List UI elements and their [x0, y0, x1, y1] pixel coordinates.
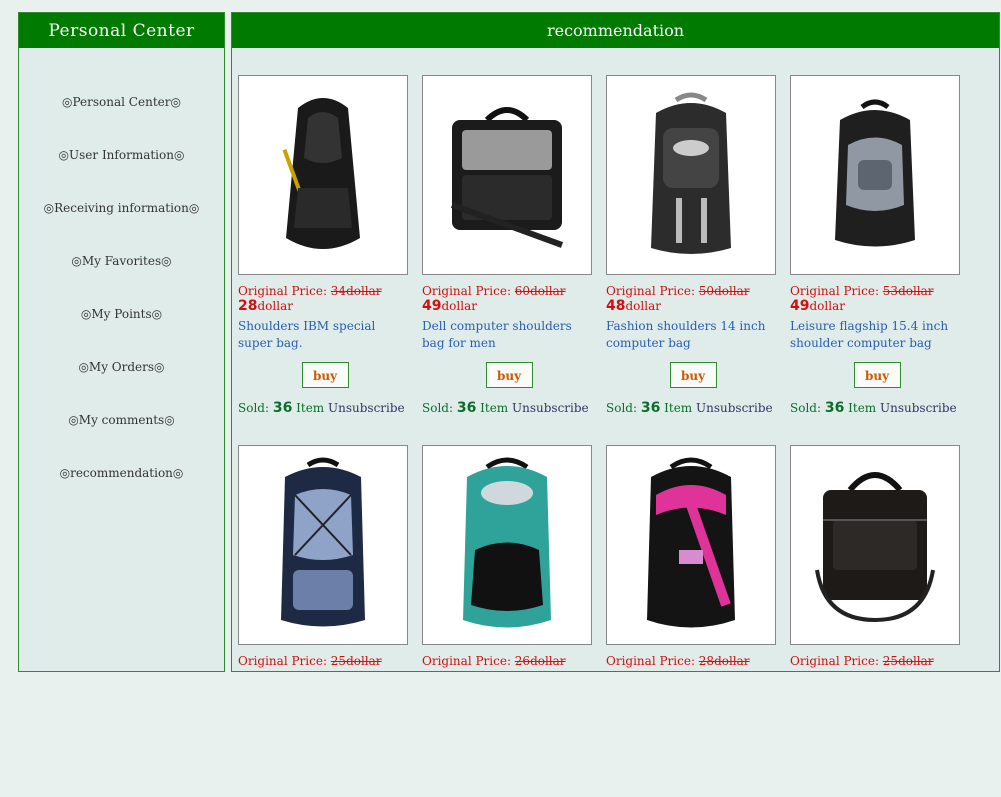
item-label: Item [848, 401, 877, 415]
current-price-unit: dollar [809, 299, 845, 313]
product-name-link[interactable]: Fashion shoulders 14 inch computer bag [606, 318, 780, 352]
original-price: Original Price: 25dollar [238, 653, 412, 669]
sold-count: 36 [456, 400, 477, 416]
main-title: recommendation [232, 13, 999, 48]
sold-info: Sold: 36 Item Unsubscribe [238, 400, 412, 416]
buy-button[interactable]: buy [485, 362, 533, 388]
original-price: Original Price: 50dollar [606, 283, 780, 299]
original-price: Original Price: 28dollar [606, 653, 780, 669]
original-price: Original Price: 53dollar [790, 283, 964, 299]
sold-info: Sold: 36 Item Unsubscribe [422, 400, 596, 416]
sidebar-item-my-favorites[interactable]: ◎My Favorites◎ [19, 254, 224, 307]
product-name-link[interactable]: Dell computer shoulders bag for men [422, 318, 596, 352]
current-price: 49dollar [422, 299, 596, 313]
product-image[interactable] [606, 445, 776, 645]
original-price-label: Original Price: [238, 654, 331, 668]
product-card: Original Price: 60dollar 49dollar Dell com… [422, 75, 596, 427]
sold-info: Sold: 36 Item Unsubscribe [606, 400, 780, 416]
original-price-label: Original Price: [606, 284, 699, 298]
sold-label: Sold: [606, 401, 641, 415]
original-price-label: Original Price: [790, 654, 883, 668]
current-price-value: 28 [238, 298, 258, 314]
item-label: Item [664, 401, 693, 415]
original-price: Original Price: 34dollar [238, 283, 412, 299]
original-price-label: Original Price: [238, 284, 331, 298]
original-price-label: Original Price: [606, 654, 699, 668]
product-card: Original Price: 28dollar [606, 445, 780, 797]
current-price-value: 49 [790, 298, 810, 314]
product-name-link[interactable]: Shoulders IBM special super bag. [238, 318, 412, 352]
unsubscribe-link[interactable]: Unsubscribe [880, 401, 957, 415]
sidebar-item-my-comments[interactable]: ◎My comments◎ [19, 413, 224, 466]
product-image[interactable] [238, 445, 408, 645]
sold-label: Sold: [790, 401, 825, 415]
sold-count: 36 [640, 400, 661, 416]
sold-label: Sold: [422, 401, 457, 415]
original-price-value: 34dollar [330, 284, 382, 298]
original-price-label: Original Price: [422, 284, 515, 298]
product-card: Original Price: 25dollar [238, 445, 412, 797]
product-name-link[interactable]: Leisure flagship 15.4 inch shoulder comp… [790, 318, 964, 352]
product-image[interactable] [606, 75, 776, 275]
product-card: Original Price: 25dollar [790, 445, 964, 797]
product-image[interactable] [790, 75, 960, 275]
sidebar: Personal Center ◎Personal Center◎ ◎User … [18, 12, 225, 672]
original-price-value: 25dollar [330, 654, 382, 668]
current-price: 49dollar [790, 299, 964, 313]
sold-count: 36 [272, 400, 293, 416]
sidebar-title: Personal Center [19, 13, 224, 48]
sidebar-item-my-orders[interactable]: ◎My Orders◎ [19, 360, 224, 413]
original-price-label: Original Price: [422, 654, 515, 668]
sidebar-item-user-information[interactable]: ◎User Information◎ [19, 148, 224, 201]
product-card: Original Price: 26dollar [422, 445, 596, 797]
original-price-value: 28dollar [698, 654, 750, 668]
item-label: Item [296, 401, 325, 415]
current-price-unit: dollar [441, 299, 477, 313]
product-card: Original Price: 53dollar 49dollar Leisure … [790, 75, 964, 427]
original-price-label: Original Price: [790, 284, 883, 298]
sidebar-menu: ◎Personal Center◎ ◎User Information◎ ◎Re… [19, 95, 224, 519]
unsubscribe-link[interactable]: Unsubscribe [328, 401, 405, 415]
original-price: Original Price: 25dollar [790, 653, 964, 669]
item-label: Item [480, 401, 509, 415]
unsubscribe-link[interactable]: Unsubscribe [696, 401, 773, 415]
buy-button[interactable]: buy [301, 362, 349, 388]
product-image[interactable] [238, 75, 408, 275]
original-price-value: 60dollar [514, 284, 566, 298]
buy-button[interactable]: buy [669, 362, 717, 388]
product-card: Original Price: 50dollar 48dollar Fashion … [606, 75, 780, 427]
current-price-value: 48 [606, 298, 626, 314]
original-price-value: 26dollar [514, 654, 566, 668]
current-price: 28dollar [238, 299, 412, 313]
sidebar-item-receiving-information[interactable]: ◎Receiving information◎ [19, 201, 224, 254]
sidebar-item-personal-center[interactable]: ◎Personal Center◎ [19, 95, 224, 148]
original-price-value: 53dollar [882, 284, 934, 298]
product-image[interactable] [790, 445, 960, 645]
product-card: Original Price: 34dollar 28dollar Shoulder… [238, 75, 412, 427]
product-grid: Original Price: 34dollar 28dollar Shoulder… [238, 75, 964, 797]
sidebar-item-recommendation[interactable]: ◎recommendation◎ [19, 466, 224, 519]
current-price-unit: dollar [257, 299, 293, 313]
current-price-unit: dollar [625, 299, 661, 313]
sidebar-item-my-points[interactable]: ◎My Points◎ [19, 307, 224, 360]
sold-label: Sold: [238, 401, 273, 415]
sold-info: Sold: 36 Item Unsubscribe [790, 400, 964, 416]
current-price-value: 49 [422, 298, 442, 314]
unsubscribe-link[interactable]: Unsubscribe [512, 401, 589, 415]
original-price-value: 50dollar [698, 284, 750, 298]
product-image[interactable] [422, 445, 592, 645]
sold-count: 36 [824, 400, 845, 416]
main-panel: recommendation Original Price: 34dollar 2… [231, 12, 1000, 672]
current-price: 48dollar [606, 299, 780, 313]
buy-button[interactable]: buy [853, 362, 901, 388]
original-price: Original Price: 60dollar [422, 283, 596, 299]
original-price-value: 25dollar [882, 654, 934, 668]
original-price: Original Price: 26dollar [422, 653, 596, 669]
product-image[interactable] [422, 75, 592, 275]
